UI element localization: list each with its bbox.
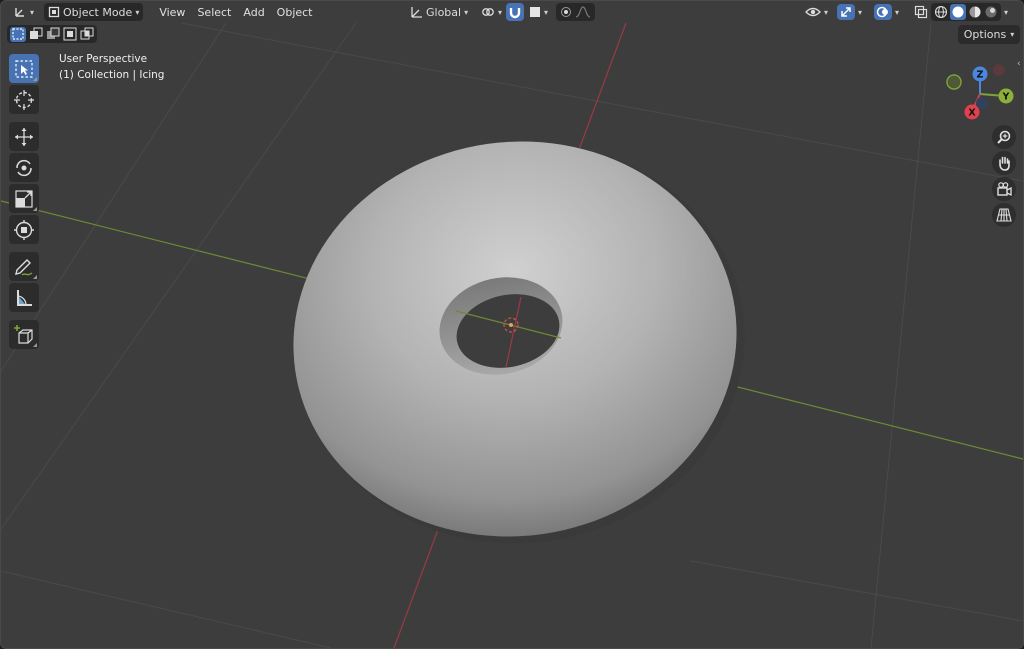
chevron-down-icon: ▾ — [858, 7, 863, 17]
menu-select[interactable]: Select — [191, 6, 237, 19]
gizmo-icon — [841, 7, 851, 17]
select-intersect-icon[interactable] — [80, 27, 94, 41]
shading-dropdown[interactable]: ▾ — [1000, 3, 1012, 21]
transform-icon — [14, 219, 34, 240]
move-icon — [15, 127, 33, 146]
tool-shelf — [9, 54, 42, 351]
solid-shading-button[interactable] — [950, 4, 966, 20]
orientation-label: Global — [426, 5, 462, 19]
chevron-down-icon: ▾ — [30, 7, 35, 17]
chevron-down-icon: ▾ — [895, 7, 900, 17]
snap-target-dropdown[interactable]: ▾ — [525, 3, 552, 21]
svg-text:Y: Y — [1002, 92, 1010, 103]
cursor-icon — [14, 89, 34, 110]
neg-x-axis-handle[interactable] — [993, 64, 1005, 76]
chevron-down-icon: ▾ — [544, 7, 549, 17]
viewport-header: ▾ Object Mode ▾ View Select Add Object G… — [1, 1, 1023, 23]
link-icon — [482, 8, 494, 16]
zoom-button[interactable] — [992, 125, 1016, 149]
chevron-down-icon: ▾ — [135, 7, 140, 17]
menu-view[interactable]: View — [153, 6, 191, 19]
select-subtract-icon[interactable] — [46, 27, 60, 41]
grid-perspective-icon — [996, 208, 1012, 222]
select-invert-icon[interactable] — [63, 27, 77, 41]
magnet-icon — [509, 8, 521, 19]
axes-icon — [15, 8, 24, 17]
tool-rotate[interactable] — [9, 153, 39, 182]
tool-measure[interactable] — [9, 283, 39, 312]
view-name: User Perspective — [59, 53, 148, 65]
mode-label: Object Mode — [63, 5, 133, 19]
chevron-down-icon: ▾ — [1004, 7, 1009, 17]
tool-annotate[interactable] — [9, 252, 39, 281]
rotate-icon — [16, 159, 32, 176]
select-new-button[interactable] — [10, 26, 26, 42]
neg-z-axis-handle[interactable] — [976, 97, 988, 109]
select-mode-group — [7, 25, 97, 43]
shading-modes — [931, 3, 1001, 21]
select-box-icon — [15, 59, 33, 78]
xray-icon — [914, 5, 928, 19]
overlays-dropdown[interactable]: ▾ — [870, 3, 903, 21]
scale-icon — [15, 189, 33, 208]
select-extend-icon[interactable] — [29, 27, 43, 41]
tool-transform[interactable] — [9, 215, 39, 244]
svg-text:X: X — [968, 108, 976, 119]
select-new-icon — [12, 28, 24, 40]
overlays-toggle[interactable] — [874, 4, 892, 20]
blender-window: ▾ Object Mode ▾ View Select Add Object G… — [0, 0, 1024, 649]
gizmo-toggle[interactable] — [837, 4, 855, 20]
chevron-down-icon: ▾ — [824, 7, 829, 17]
tool-scale[interactable] — [9, 184, 39, 213]
perspective-toggle-button[interactable] — [992, 203, 1016, 227]
solid-shading-icon — [952, 6, 964, 18]
orientation-icon — [411, 7, 422, 18]
options-dropdown[interactable]: Options ▾ — [958, 25, 1020, 44]
tool-cursor[interactable] — [9, 85, 39, 114]
camera-view-button[interactable] — [992, 177, 1016, 201]
options-label: Options — [963, 28, 1007, 41]
chevron-down-icon: ▾ — [498, 7, 503, 17]
xray-toggle[interactable] — [910, 3, 932, 21]
measure-icon — [17, 289, 32, 306]
donut-mesh[interactable] — [268, 113, 771, 572]
add-cube-icon — [14, 324, 33, 344]
rendered-shading-icon[interactable] — [984, 5, 998, 19]
chevron-down-icon: ▾ — [464, 7, 469, 17]
eye-icon — [805, 7, 821, 17]
pan-button[interactable] — [992, 151, 1016, 175]
wireframe-shading-icon[interactable] — [934, 5, 948, 19]
object-mode-icon — [48, 6, 60, 18]
tool-select-box[interactable] — [9, 54, 39, 83]
camera-icon — [997, 182, 1012, 197]
snap-toggle[interactable] — [506, 3, 524, 21]
annotate-icon — [15, 258, 33, 276]
pan-hand-icon — [999, 156, 1010, 171]
transform-orientation-dropdown[interactable]: Global ▾ — [405, 3, 472, 21]
svg-text:Z: Z — [977, 70, 984, 81]
collection-info: (1) Collection | Icing — [59, 69, 165, 81]
overlays-icon — [876, 6, 888, 18]
neg-y-axis-handle[interactable] — [948, 76, 960, 88]
zoom-icon — [997, 130, 1011, 144]
chevron-down-icon: ▾ — [1010, 30, 1015, 39]
mode-dropdown[interactable]: Object Mode ▾ — [44, 3, 144, 21]
falloff-curve-icon — [575, 6, 591, 18]
square-icon — [530, 7, 540, 17]
material-preview-icon[interactable] — [968, 5, 982, 19]
gizmo-dropdown[interactable]: ▾ — [833, 3, 866, 21]
proportional-edit-toggle[interactable] — [556, 3, 595, 21]
proportional-edit-icon — [561, 7, 571, 17]
navigation-gizmo[interactable]: Z Y X — [941, 61, 1021, 125]
tool-move[interactable] — [9, 122, 39, 151]
menu-object[interactable]: Object — [271, 6, 319, 19]
viewport-3d[interactable] — [1, 1, 1023, 648]
pivot-point-dropdown[interactable]: ▾ — [477, 3, 506, 21]
menu-add[interactable]: Add — [237, 6, 270, 19]
header-menus: View Select Add Object — [153, 6, 318, 19]
visibility-dropdown[interactable]: ▾ — [801, 3, 832, 21]
tool-add-cube[interactable] — [9, 320, 39, 349]
editor-type-button[interactable]: ▾ — [9, 3, 38, 21]
